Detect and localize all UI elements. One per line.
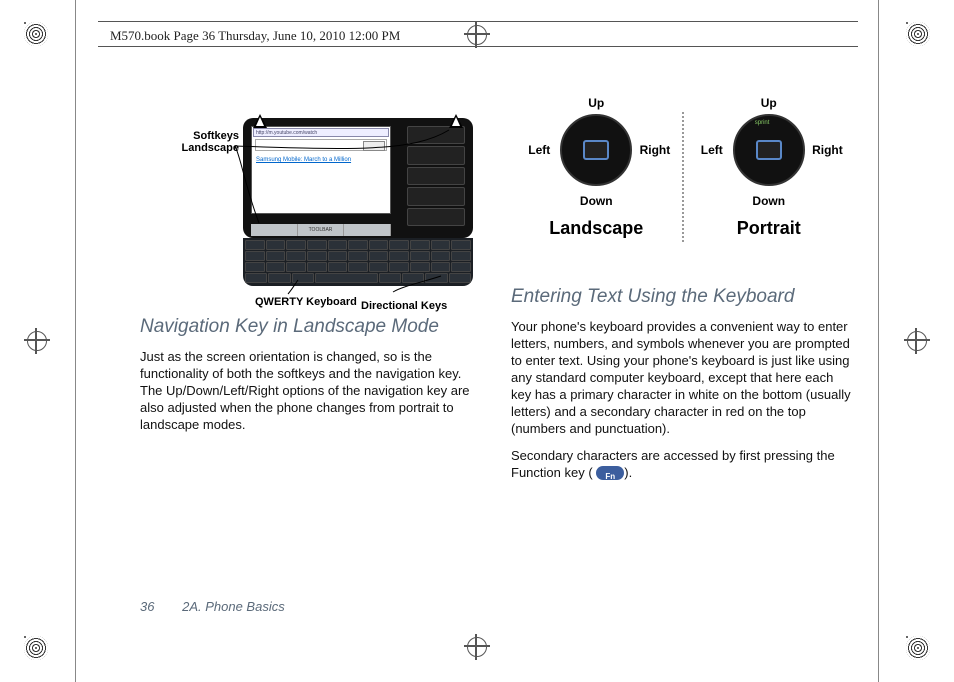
page-content: http://m.youtube.com/watch Samsung Mobil… (140, 108, 854, 592)
crosshair-icon (464, 634, 490, 660)
crop-mark-icon (906, 22, 930, 46)
dpad-landscape: Up Down Left Right Landscape (511, 108, 682, 239)
crop-mark-icon (906, 636, 930, 660)
entering-text-para2: Secondary characters are accessed by fir… (511, 447, 854, 481)
callout-lines (173, 108, 483, 318)
dpad-diagrams: Up Down Left Right Landscape sprint Up D… (511, 108, 854, 258)
fn-key-icon (596, 466, 624, 480)
dpad-icon (560, 114, 632, 186)
crop-mark-icon (24, 22, 48, 46)
page-header: M570.book Page 36 Thursday, June 10, 201… (110, 28, 400, 44)
page-number: 36 (140, 599, 154, 614)
entering-text-para1: Your phone's keyboard provides a conveni… (511, 318, 854, 437)
section-title: 2A. Phone Basics (182, 599, 285, 614)
phone-figure: http://m.youtube.com/watch Samsung Mobil… (173, 108, 483, 288)
crosshair-icon (24, 328, 50, 354)
right-column: Up Down Left Right Landscape sprint Up D… (511, 108, 854, 592)
dpad-portrait: sprint Up Down Left Right Portrait (684, 108, 855, 239)
dpad-icon: sprint (733, 114, 805, 186)
nav-key-heading: Navigation Key in Landscape Mode (140, 316, 483, 338)
crop-mark-icon (24, 636, 48, 660)
trim-line (878, 0, 879, 682)
entering-text-heading: Entering Text Using the Keyboard (511, 286, 854, 308)
page-footer: 36 2A. Phone Basics (140, 599, 285, 614)
trim-line (75, 0, 76, 682)
label-right: Right (812, 143, 843, 157)
mode-landscape-label: Landscape (549, 218, 643, 239)
label-down: Down (752, 194, 785, 208)
para2-post: ). (624, 465, 632, 480)
label-up: Up (761, 96, 777, 110)
label-left: Left (528, 143, 550, 157)
crosshair-icon (904, 328, 930, 354)
label-down: Down (580, 194, 613, 208)
label-up: Up (588, 96, 604, 110)
label-right: Right (640, 143, 671, 157)
para2-pre: Secondary characters are accessed by fir… (511, 448, 835, 480)
mode-portrait-label: Portrait (737, 218, 801, 239)
left-column: http://m.youtube.com/watch Samsung Mobil… (140, 108, 483, 592)
label-left: Left (701, 143, 723, 157)
nav-key-para: Just as the screen orientation is change… (140, 348, 483, 433)
